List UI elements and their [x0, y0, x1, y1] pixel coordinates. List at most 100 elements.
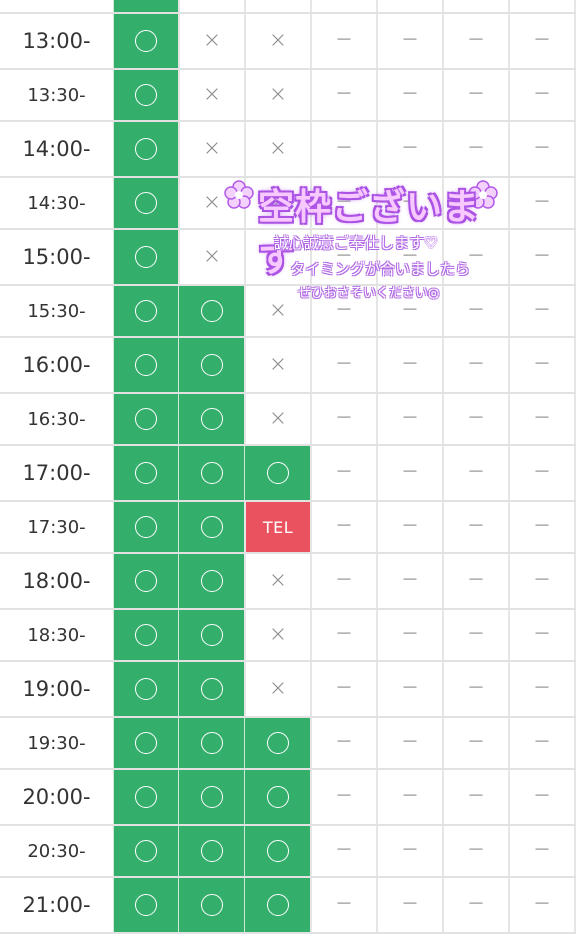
slot-cell-none: － — [310, 554, 376, 608]
slot-cell-none: － — [508, 394, 576, 444]
slot-cell-full: × — [178, 230, 244, 284]
slot-cell-none: － — [508, 610, 576, 660]
slot-cell-ok[interactable] — [244, 878, 310, 932]
slot-cell-none: － — [310, 770, 376, 824]
slot-cell-none: － — [376, 502, 442, 552]
closed-dash-icon: － — [533, 462, 551, 483]
slot-cell-none: － — [508, 338, 576, 392]
slot-cell-ok[interactable] — [113, 554, 178, 608]
closed-dash-icon: － — [467, 624, 485, 645]
full-cross-icon: × — [202, 82, 222, 107]
slot-cell-full: × — [244, 70, 310, 120]
schedule-row: 16:30- × － － － － — [0, 394, 576, 444]
slot-cell-none: － — [508, 826, 576, 876]
slot-cell-ok[interactable] — [113, 122, 178, 176]
slot-cell — [113, 0, 178, 12]
slot-cell-full: × — [178, 178, 244, 228]
slot-cell-ok[interactable] — [244, 718, 310, 768]
slot-cell-full: × — [178, 14, 244, 68]
full-cross-icon: × — [268, 622, 288, 647]
slot-cell-none: － — [442, 338, 508, 392]
closed-dash-icon: － — [533, 678, 551, 699]
slot-cell-none: － — [442, 718, 508, 768]
slot-cell-ok[interactable] — [113, 770, 178, 824]
slot-cell-none: － — [376, 338, 442, 392]
closed-dash-icon: － — [335, 246, 353, 267]
slot-cell-ok[interactable] — [178, 554, 244, 608]
slot-cell-ok[interactable] — [178, 446, 244, 500]
closed-dash-icon: － — [401, 138, 419, 159]
available-circle-icon — [200, 570, 223, 592]
closed-dash-icon: － — [467, 732, 485, 753]
slot-cell-ok[interactable] — [178, 338, 244, 392]
slot-cell-ok[interactable] — [113, 718, 178, 768]
slot-cell-none: － — [442, 878, 508, 932]
schedule-row: 13:00- × × － － － － — [0, 14, 576, 68]
slot-cell-ok[interactable] — [113, 610, 178, 660]
slot-cell-ok[interactable] — [113, 14, 178, 68]
slot-cell-none: － — [508, 286, 576, 336]
closed-dash-icon: － — [533, 786, 551, 807]
closed-dash-icon: － — [401, 894, 419, 915]
slot-cell-ok[interactable] — [113, 338, 178, 392]
slot-cell-none: － — [508, 770, 576, 824]
slot-cell-none: － — [508, 446, 576, 500]
slot-cell-ok[interactable] — [113, 178, 178, 228]
available-circle-icon — [135, 570, 157, 592]
full-cross-icon: × — [268, 298, 288, 323]
slot-cell-ok[interactable] — [113, 286, 178, 336]
slot-cell — [244, 0, 310, 12]
slot-cell-ok[interactable] — [113, 878, 178, 932]
slot-cell-none: － — [508, 70, 576, 120]
closed-dash-icon: － — [533, 624, 551, 645]
slot-cell-ok[interactable] — [113, 662, 178, 716]
time-label: 19:30- — [27, 732, 86, 754]
closed-dash-icon: － — [533, 732, 551, 753]
slot-cell-ok[interactable] — [244, 446, 310, 500]
slot-cell-ok[interactable] — [113, 446, 178, 500]
slot-cell-ok[interactable] — [113, 502, 178, 552]
slot-cell-ok[interactable] — [178, 610, 244, 660]
slot-cell-ok[interactable] — [178, 826, 244, 876]
closed-dash-icon: － — [533, 570, 551, 591]
slot-cell-none: － — [442, 70, 508, 120]
full-cross-icon: × — [268, 406, 288, 431]
slot-cell-ok[interactable] — [178, 878, 244, 932]
closed-dash-icon: － — [401, 84, 419, 105]
slot-cell-ok[interactable] — [178, 770, 244, 824]
closed-dash-icon: － — [467, 30, 485, 51]
time-label: 15:00- — [22, 245, 91, 269]
slot-cell-ok[interactable] — [178, 718, 244, 768]
available-circle-icon — [266, 786, 289, 808]
available-circle-icon — [135, 138, 157, 160]
slot-cell-tel[interactable]: TEL — [244, 502, 310, 552]
closed-dash-icon: － — [335, 516, 353, 537]
slot-cell-ok[interactable] — [113, 230, 178, 284]
closed-dash-icon: － — [335, 678, 353, 699]
closed-dash-icon: － — [335, 408, 353, 429]
slot-cell-ok[interactable] — [178, 662, 244, 716]
slot-cell-none: － — [310, 70, 376, 120]
slot-cell-ok[interactable] — [178, 394, 244, 444]
slot-cell-none: － — [376, 770, 442, 824]
slot-cell-ok[interactable] — [113, 394, 178, 444]
slot-cell-ok[interactable] — [178, 286, 244, 336]
available-circle-icon — [200, 732, 223, 754]
time-label: 19:00- — [22, 677, 91, 701]
available-circle-icon — [200, 678, 223, 700]
slot-cell-ok[interactable] — [113, 70, 178, 120]
slot-cell-ok[interactable] — [178, 502, 244, 552]
slot-cell-none: － — [376, 826, 442, 876]
closed-dash-icon: － — [467, 894, 485, 915]
slot-cell-full: × — [244, 338, 310, 392]
available-circle-icon — [135, 192, 157, 214]
available-circle-icon — [135, 516, 157, 538]
slot-cell-none: － — [376, 394, 442, 444]
closed-dash-icon: － — [467, 408, 485, 429]
slot-cell-ok[interactable] — [244, 770, 310, 824]
closed-dash-icon: － — [335, 84, 353, 105]
slot-cell-none: － — [442, 122, 508, 176]
slot-cell-ok[interactable] — [244, 826, 310, 876]
schedule-row: 18:30- × － － － － — [0, 610, 576, 660]
slot-cell-ok[interactable] — [113, 826, 178, 876]
